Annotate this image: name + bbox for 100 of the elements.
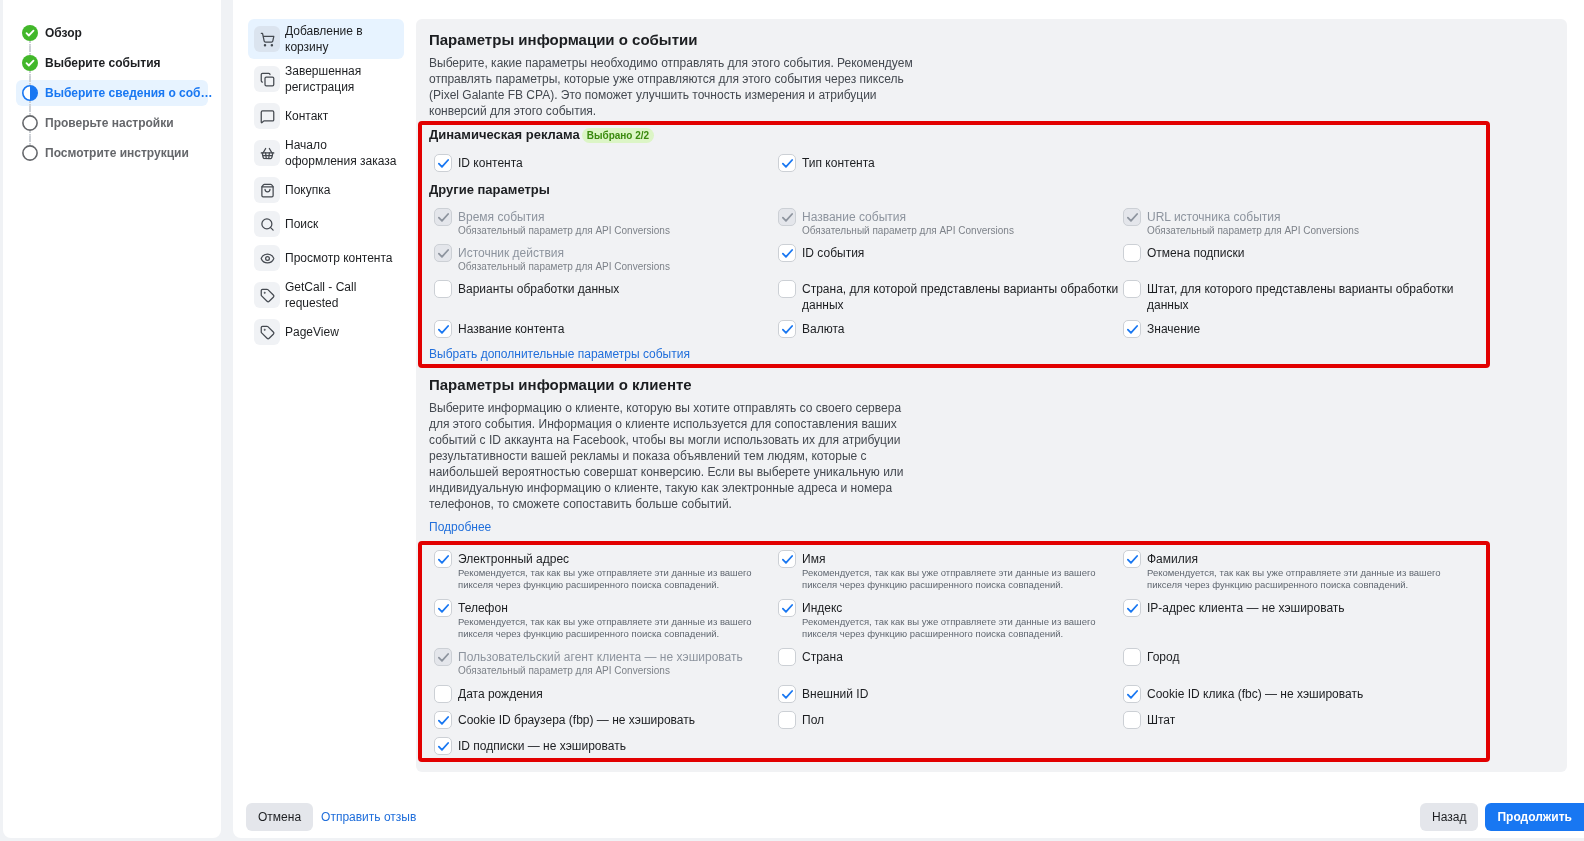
step-item[interactable]: Проверьте настройки xyxy=(16,110,208,136)
check-icon xyxy=(781,603,793,613)
pages-icon xyxy=(254,66,280,92)
checkbox[interactable] xyxy=(434,320,452,338)
event-list-item[interactable]: Покупка xyxy=(248,173,404,207)
checkbox[interactable] xyxy=(434,599,452,617)
event-list-item[interactable]: Контакт xyxy=(248,99,404,133)
checkbox[interactable] xyxy=(1123,685,1141,703)
check-icon xyxy=(437,158,449,168)
option-label: Название события xyxy=(802,209,907,225)
check-icon xyxy=(781,212,793,222)
checkbox[interactable] xyxy=(778,599,796,617)
check-icon xyxy=(1126,603,1138,613)
option-label: Тип контента xyxy=(802,155,875,171)
option-label: Название контента xyxy=(458,321,565,337)
checkbox[interactable] xyxy=(778,154,796,172)
check-icon xyxy=(781,158,793,168)
event-list-item[interactable]: Поиск xyxy=(248,207,404,241)
checkbox[interactable] xyxy=(434,550,452,568)
tag-icon xyxy=(254,319,280,345)
learn-more-link[interactable]: Подробнее xyxy=(429,519,492,535)
event-list-item[interactable]: Просмотр контента xyxy=(248,241,404,275)
option-label: Страна, для которой представлены варианты обработки данных xyxy=(802,281,1120,313)
check-icon xyxy=(1126,689,1138,699)
checkbox[interactable] xyxy=(434,711,452,729)
check-icon xyxy=(1126,212,1138,222)
event-list-item[interactable]: PageView xyxy=(248,315,404,349)
option-label: Время события xyxy=(458,209,546,225)
event-list-item[interactable]: Добавление в корзину xyxy=(248,19,404,59)
checkbox[interactable] xyxy=(1123,648,1141,666)
option-label: URL источника события xyxy=(1147,209,1282,225)
check-icon xyxy=(437,248,449,258)
step-item[interactable]: Выберите события xyxy=(16,50,208,76)
checkbox[interactable] xyxy=(434,280,452,298)
option-label: Дата рождения xyxy=(458,686,543,702)
option-label: Внешний ID xyxy=(802,686,869,702)
option-label: Пол xyxy=(802,712,825,728)
eye-icon xyxy=(254,245,280,271)
option-hint: Обязательный параметр для API Conversions xyxy=(802,225,1014,237)
option-label: ID события xyxy=(802,245,865,261)
option-label: Cookie ID клика (fbc) — не хэшировать xyxy=(1147,686,1364,702)
checkbox[interactable] xyxy=(434,685,452,703)
option-label: ID подписки — не хэшировать xyxy=(458,738,626,754)
option-label: Валюта xyxy=(802,321,845,337)
continue-button[interactable]: Продолжить xyxy=(1485,803,1584,831)
option-label: Источник действия xyxy=(458,245,565,261)
checkbox[interactable] xyxy=(1123,550,1141,568)
checkbox[interactable] xyxy=(778,280,796,298)
checkbox[interactable] xyxy=(1123,280,1141,298)
checkbox[interactable] xyxy=(1123,711,1141,729)
check-icon xyxy=(781,554,793,564)
option-hint: Обязательный параметр для API Conversions xyxy=(458,261,670,273)
option-label: Пользовательский агент клиента — не хэшировать xyxy=(458,649,743,665)
event-list-item[interactable]: Завершенная регистрация xyxy=(248,59,404,99)
more-params-link[interactable]: Выбрать дополнительные параметры события xyxy=(429,346,690,362)
checkbox[interactable] xyxy=(778,711,796,729)
option-label: Страна xyxy=(802,649,843,665)
check-icon xyxy=(437,741,449,751)
check-icon xyxy=(781,689,793,699)
option-label: IP-адрес клиента — не хэшировать xyxy=(1147,600,1345,616)
cancel-button[interactable]: Отмена xyxy=(246,803,314,831)
checkbox[interactable] xyxy=(778,244,796,262)
check-icon xyxy=(437,715,449,725)
checkbox[interactable] xyxy=(778,648,796,666)
check-icon xyxy=(437,652,449,662)
check-icon xyxy=(781,248,793,258)
option-label: Варианты обработки данных xyxy=(458,281,620,297)
search-icon xyxy=(254,211,280,237)
option-label: Фамилия xyxy=(1147,551,1199,567)
option-hint: Рекомендуется, так как вы уже отправляете эти данные из вашего пикселя через функцию расширенного поиска совпадений. xyxy=(458,567,753,591)
checkbox[interactable] xyxy=(1123,599,1141,617)
checkbox[interactable] xyxy=(778,550,796,568)
event-list-item[interactable]: Начало оформления заказа xyxy=(248,133,404,173)
basket-icon xyxy=(254,140,280,166)
section-description: Выберите информацию о клиенте, которую вы хотите отправлять со своего сервера для этого события. Информация о клиенте используется для сопоставления ваших событий с ID аккаунта на Facebook, чтобы вы могли использовать их для атрибуции результативности вашей рекламы и показа объявлений тем людям, которые с наибольшей вероятностью совершат конверсию. Если вы выберете уникальную или индивидуальную информацию о клиенте, такую как электронные адреса и номера телефонов, то сможете сопоставить больше событий. xyxy=(429,400,905,512)
option-hint: Рекомендуется, так как вы уже отправляете эти данные из вашего пикселя через функцию расширенного поиска совпадений. xyxy=(458,616,753,640)
option-label: Штат xyxy=(1147,712,1176,728)
checkbox[interactable] xyxy=(1123,320,1141,338)
check-icon xyxy=(437,324,449,334)
checkbox[interactable] xyxy=(434,154,452,172)
option-hint: Рекомендуется, так как вы уже отправляете эти данные из вашего пикселя через функцию расширенного поиска совпадений. xyxy=(802,616,1097,640)
option-label: Значение xyxy=(1147,321,1201,337)
subsection-title: Динамическая реклама xyxy=(429,126,580,144)
checkbox[interactable] xyxy=(1123,244,1141,262)
event-list-item[interactable]: GetCall - Call requested xyxy=(248,275,404,315)
option-hint: Обязательный параметр для API Conversions xyxy=(458,665,671,677)
bag-icon xyxy=(254,177,280,203)
option-label: Штат, для которого представлены варианты обработки данных xyxy=(1147,281,1455,313)
checkbox[interactable] xyxy=(434,737,452,755)
step-item[interactable]: Обзор xyxy=(16,20,208,46)
checkbox[interactable] xyxy=(778,685,796,703)
section-title: Параметры информации о клиенте xyxy=(429,375,693,395)
checkbox[interactable] xyxy=(778,320,796,338)
check-icon xyxy=(437,554,449,564)
back-button[interactable]: Назад xyxy=(1420,803,1479,831)
option-hint: Рекомендуется, так как вы уже отправляете эти данные из вашего пикселя через функцию расширенного поиска совпадений. xyxy=(1147,567,1442,591)
check-icon xyxy=(1126,554,1138,564)
count-badge: Выбрано 2/2 xyxy=(581,127,655,143)
step-item[interactable]: Посмотрите инструкции xyxy=(16,140,208,166)
feedback-link[interactable]: Отправить отзыв xyxy=(321,808,417,826)
